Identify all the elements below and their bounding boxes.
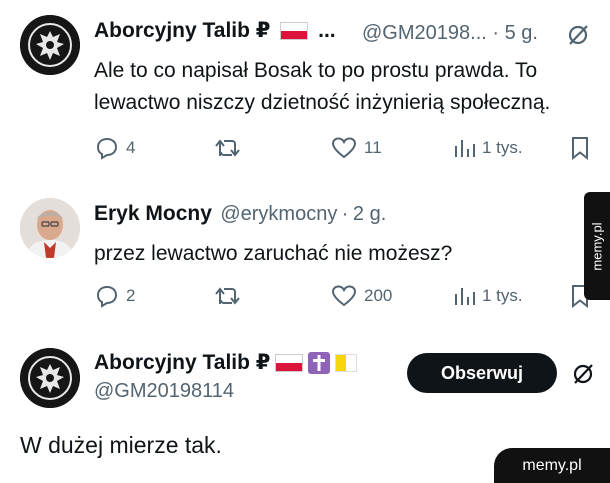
like-icon — [331, 137, 357, 159]
grok-icon[interactable] — [565, 22, 591, 53]
reply-icon — [96, 137, 118, 160]
main-name-text: Aborcyjny Talib ₽ — [94, 351, 271, 374]
grok-icon[interactable] — [570, 361, 596, 392]
bookmark-icon — [572, 137, 588, 160]
side-watermark: memy.pl — [584, 192, 610, 300]
like-icon — [331, 285, 357, 307]
views-count: 1 tys. — [482, 138, 523, 157]
tweet1-text: Ale to co napisał Bosak to po prostu pra… — [94, 55, 594, 119]
retweet-icon — [215, 287, 240, 305]
tweet2-display-name[interactable]: Eryk Mocny — [94, 202, 212, 225]
main-display-name[interactable]: Aborcyjny Talib ₽ — [94, 350, 358, 375]
tweet1-name-suffix: ... — [318, 19, 336, 42]
tweet2-handle[interactable]: @erykmocny — [220, 203, 337, 225]
main-handle[interactable]: @GM20198114 — [94, 380, 234, 403]
person-photo-icon — [20, 198, 80, 258]
watermark: memy.pl — [494, 448, 610, 483]
retweet-button[interactable] — [213, 284, 243, 308]
views-count: 1 tys. — [482, 286, 523, 305]
views-icon — [455, 140, 475, 157]
like-button[interactable]: 11 — [330, 136, 382, 160]
like-button[interactable]: 200 — [330, 284, 392, 308]
side-watermark-text: memy.pl — [589, 221, 605, 271]
main-tweet-text: W dużej mierze tak. — [20, 432, 222, 458]
eagle-emblem-icon — [20, 15, 80, 75]
retweet-icon — [215, 139, 240, 157]
vatican-flag-icon — [335, 353, 358, 372]
tweet2-time[interactable]: 2 g. — [353, 203, 386, 225]
tweet1-text-line1: Ale to co napisał Bosak to po prostu pra… — [94, 59, 538, 82]
views-icon — [455, 288, 475, 305]
poland-flag-icon — [275, 353, 304, 372]
cross-icon — [308, 351, 331, 374]
like-count: 11 — [364, 138, 382, 157]
bookmark-button[interactable] — [570, 136, 590, 160]
like-count: 200 — [364, 286, 393, 305]
views-button[interactable]: 1 tys. — [452, 284, 523, 308]
avatar-eryk-mocny[interactable] — [20, 198, 80, 258]
tweet1-handle[interactable]: @GM20198... — [362, 22, 487, 44]
reply-count: 2 — [126, 286, 136, 305]
tweet2-sep: · — [341, 203, 349, 225]
tweet1-name-text: Aborcyjny Talib ₽ — [94, 19, 271, 42]
retweet-button[interactable] — [213, 136, 243, 160]
follow-button[interactable]: Obserwuj — [407, 353, 557, 393]
tweet1-display-name[interactable]: Aborcyjny Talib ₽ ... — [94, 18, 336, 43]
tweet2-header: Eryk Mocny @erykmocny · 2 g. — [94, 202, 386, 226]
reply-button[interactable]: 4 — [94, 136, 135, 160]
reply-count: 4 — [126, 138, 136, 157]
avatar-aborcyjny-talib[interactable] — [20, 15, 80, 75]
tweet1-time[interactable]: 5 g. — [505, 22, 538, 44]
tweet1-text-line2: lewactwo niszczy dzietność inżynierią sp… — [94, 91, 551, 114]
eagle-emblem-icon — [20, 348, 80, 408]
reply-icon — [96, 285, 118, 308]
avatar-aborcyjny-talib[interactable] — [20, 348, 80, 408]
tweet1-meta: @GM20198... · 5 g. — [362, 22, 538, 45]
poland-flag-icon — [280, 22, 309, 41]
views-button[interactable]: 1 tys. — [452, 136, 523, 160]
tweet2-text: przez lewactwo zaruchać nie możesz? — [94, 242, 453, 265]
reply-button[interactable]: 2 — [94, 284, 135, 308]
tweet1-sep: · — [492, 22, 500, 44]
